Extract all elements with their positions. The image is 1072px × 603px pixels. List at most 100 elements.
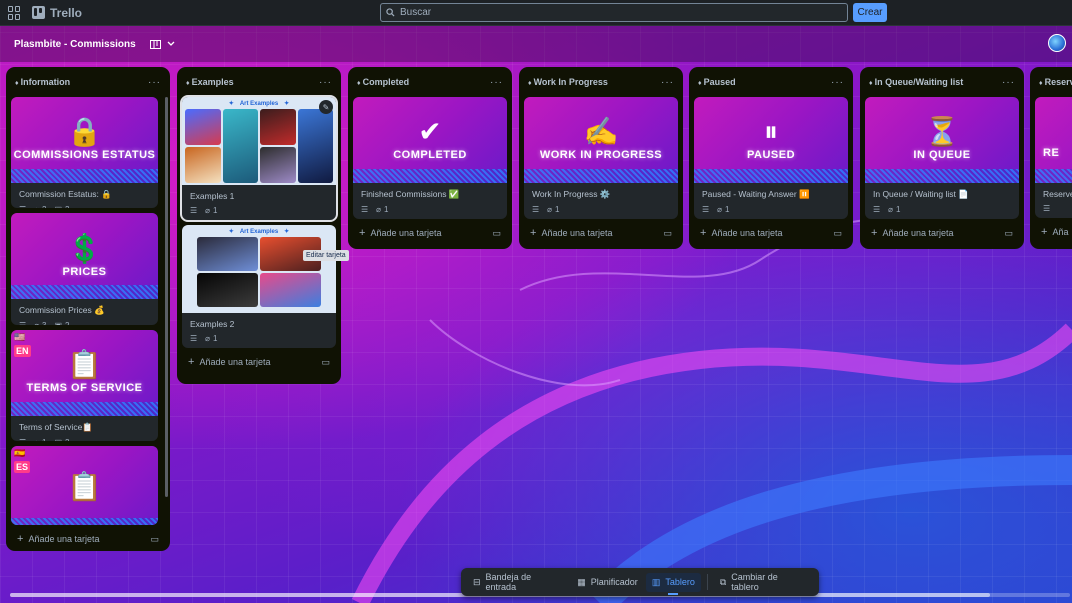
card-examples-1[interactable]: ✦ Art Examples ✦ ✎ Examples 1 ☰ ⌀ 1 — [180, 95, 338, 222]
card-reserved[interactable]: RE Reserve ☰ — [1035, 97, 1072, 218]
plus-icon: + — [700, 227, 707, 239]
diamond-icon: ♦ — [698, 80, 702, 87]
list-menu-icon[interactable]: ··· — [831, 77, 844, 88]
image-count: 2 — [65, 205, 69, 208]
edit-card-icon[interactable]: ✎ — [319, 100, 333, 114]
trello-logo-icon — [32, 6, 45, 19]
card-finished-commissions[interactable]: ✔ COMPLETED Finished Commissions ✅ ☰ ⌀ 1 — [353, 97, 507, 219]
description-icon: ☰ — [1043, 204, 1051, 213]
list-header[interactable]: ♦ In Queue/Waiting list ··· — [865, 73, 1019, 91]
card-title: Finished Commissions ✅ — [361, 189, 460, 199]
check-icon: ✔ — [418, 116, 442, 148]
card-examples-2[interactable]: ✦ Art Examples ✦ Examples 2 ☰ ⌀ 1 — [182, 225, 336, 348]
list-information: ♦ Information ··· 🔒 COMMISSIONS ESTATUS C… — [6, 67, 170, 551]
list-menu-icon[interactable]: ··· — [490, 77, 503, 88]
plus-icon: + — [359, 227, 366, 239]
board-icon: ▥ — [651, 576, 661, 587]
image-icon: ▣ — [54, 438, 62, 441]
template-icon[interactable]: ▭ — [321, 357, 330, 368]
add-card-label: Añade una tarjeta — [541, 228, 613, 238]
add-card-button[interactable]: + Añade una tarjeta ▭ — [182, 348, 336, 372]
attachment-count: 3 — [42, 321, 46, 324]
list-menu-icon[interactable]: ··· — [148, 77, 161, 88]
list-header[interactable]: ♦ Paused ··· — [694, 73, 848, 91]
template-icon[interactable]: ▭ — [1004, 228, 1013, 239]
list-header[interactable]: ♦ Reserv — [1035, 73, 1072, 91]
card-work-in-progress[interactable]: ✍ WORK IN PROGRESS Work In Progress ⚙️ ☰… — [524, 97, 678, 219]
list-menu-icon[interactable]: ··· — [661, 77, 674, 88]
board-title[interactable]: Plasmbite - Commissions — [14, 39, 136, 50]
list-scrollbar[interactable] — [165, 97, 168, 497]
add-card-button[interactable]: + Añade una tarjeta ▭ — [11, 525, 165, 549]
diamond-icon: ♦ — [186, 80, 190, 87]
attachment-icon: ⌀ — [547, 205, 552, 214]
pause-icon: ⏸ — [763, 116, 778, 148]
template-icon[interactable]: ▭ — [663, 228, 672, 239]
nav-switch-label: Cambiar de tablero — [731, 572, 778, 592]
list-title: Information — [20, 77, 71, 87]
es-flag-icon: 🇪🇸 ES — [14, 448, 31, 474]
template-icon[interactable]: ▭ — [150, 534, 159, 545]
search-input[interactable] — [400, 7, 820, 18]
attachment-count: 1 — [725, 205, 730, 214]
plus-icon: + — [17, 533, 24, 545]
list-header[interactable]: ♦ Information ··· — [11, 73, 165, 91]
attachment-icon: ⌀ — [205, 206, 210, 215]
add-card-label: Añade una tarjeta — [28, 534, 100, 544]
board-view-switcher[interactable] — [149, 39, 175, 49]
bottom-navigation: ⊟ Bandeja de entrada ▦ Planificador ▥ Ta… — [461, 568, 819, 596]
nav-inbox[interactable]: ⊟ Bandeja de entrada — [467, 568, 569, 596]
add-card-label: Añade una tarjeta — [882, 228, 954, 238]
art-thumbnail — [197, 237, 258, 271]
card-paused[interactable]: ⏸ PAUSED Paused - Waiting Answer ⏸️ ☰ ⌀ 1 — [694, 97, 848, 219]
card-title: Examples 2 — [190, 319, 235, 329]
card-commission-prices[interactable]: 💲 PRICES Commission Prices 💰 ☰ ⌀3 ▣2 — [11, 213, 158, 325]
add-card-button[interactable]: + Añade una tarjeta ▭ — [353, 219, 507, 243]
create-button[interactable]: Crear — [853, 3, 887, 22]
template-icon[interactable]: ▭ — [492, 228, 501, 239]
chevron-down-icon — [167, 41, 175, 46]
avatar[interactable] — [1048, 34, 1066, 52]
list-title: Paused — [703, 77, 736, 87]
add-card-button[interactable]: + Añade una tarjeta ▭ — [694, 219, 848, 243]
card-title: In Queue / Waiting list 📄 — [873, 189, 969, 199]
trello-logo[interactable]: Trello — [32, 6, 82, 20]
search-box[interactable] — [380, 3, 848, 22]
list-header[interactable]: ♦ Work In Progress ··· — [524, 73, 678, 91]
nav-planner[interactable]: ▦ Planificador — [571, 573, 644, 592]
nav-switch-board[interactable]: ⧉ Cambiar de tablero — [714, 568, 813, 596]
attachment-icon: ⌀ — [34, 438, 39, 441]
card-terms-es[interactable]: 🇪🇸 ES 📋 — [11, 446, 158, 525]
attachment-count: 1 — [555, 205, 560, 214]
top-bar: Trello Crear — [0, 0, 1072, 26]
art-thumbnail — [260, 147, 296, 183]
description-icon: ☰ — [19, 205, 26, 208]
add-card-button[interactable]: + Añade una tarjeta ▭ — [524, 219, 678, 243]
description-icon: ☰ — [19, 438, 26, 441]
card-title: Terms of Service📋 — [19, 421, 93, 432]
list-header[interactable]: ♦ Examples ··· — [182, 73, 336, 91]
cover-text: WORK IN PROGRESS — [539, 149, 663, 162]
plus-icon: + — [1041, 226, 1048, 238]
list-menu-icon[interactable]: ··· — [1002, 77, 1015, 88]
cover-header: Art Examples — [239, 100, 279, 107]
add-card-button[interactable]: + Aña — [1035, 218, 1072, 242]
apps-grid-icon[interactable] — [8, 5, 22, 20]
diamond-icon: ♦ — [869, 80, 873, 87]
card-title: Paused - Waiting Answer ⏸️ — [702, 189, 810, 199]
sparkle-icon: ✦ — [228, 229, 234, 235]
card-commission-estatus[interactable]: 🔒 COMMISSIONS ESTATUS Commission Estatus… — [11, 97, 158, 209]
calendar-icon: ▦ — [577, 576, 586, 587]
card-in-queue[interactable]: ⏳ IN QUEUE In Queue / Waiting list 📄 ☰ ⌀… — [865, 97, 1019, 219]
list-menu-icon[interactable]: ··· — [319, 77, 332, 88]
list-title: In Queue/Waiting list — [874, 77, 964, 87]
card-terms-of-service[interactable]: 🇺🇸 EN 📋 TERMS OF SERVICE Terms of Service… — [11, 329, 158, 442]
add-card-button[interactable]: + Añade una tarjeta ▭ — [865, 219, 1019, 243]
list-header[interactable]: ♦ Completed ··· — [353, 73, 507, 91]
template-icon[interactable]: ▭ — [833, 228, 842, 239]
nav-board[interactable]: ▥ Tablero — [645, 572, 701, 595]
list-reserved: ♦ Reserv RE Reserve ☰ + Aña — [1030, 67, 1072, 249]
cover-text: COMMISSIONS ESTATUS — [13, 149, 156, 162]
card-title: Examples 1 — [190, 191, 235, 201]
image-icon: ▣ — [54, 205, 62, 208]
